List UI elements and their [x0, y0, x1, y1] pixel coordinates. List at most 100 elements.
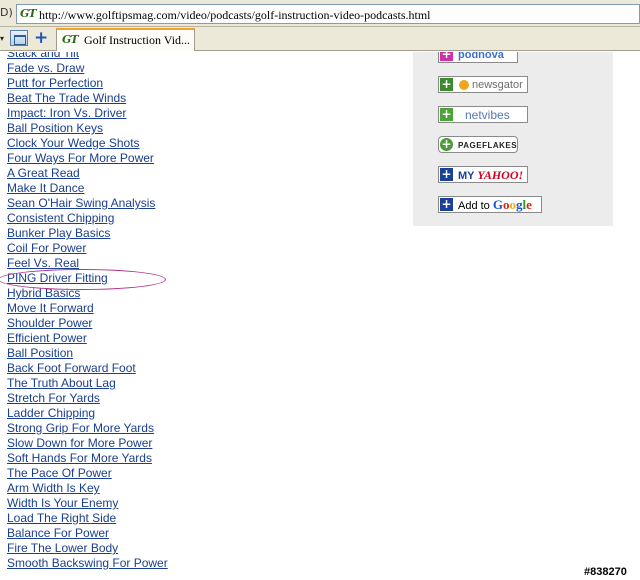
yahoo-logo: YAHOO! [477, 168, 524, 182]
add-to-google-button[interactable]: + Add to Google [438, 196, 542, 213]
list-item: Putt for Perfection [7, 75, 168, 90]
list-item: Balance For Power [7, 525, 168, 540]
video-link[interactable]: Impact: Iron Vs. Driver [7, 106, 126, 120]
list-item: Make It Dance [7, 180, 168, 195]
list-item: Ball Position [7, 345, 168, 360]
video-link[interactable]: Back Foot Forward Foot [7, 361, 136, 375]
video-link[interactable]: Stack and Tilt [7, 52, 79, 60]
netvibes-label: netvibes [465, 108, 510, 122]
list-item: Strong Grip For More Yards [7, 420, 168, 435]
list-item: Fade vs. Draw [7, 60, 168, 75]
video-link[interactable]: Coil For Power [7, 241, 86, 255]
video-link[interactable]: Smooth Backswing For Power [7, 556, 168, 570]
plus-icon: + [440, 197, 453, 211]
video-link[interactable]: The Truth About Lag [7, 376, 116, 390]
tab-favicon-icon: GT [62, 33, 79, 46]
video-podcast-list: Stack and Tilt Fade vs. Draw Putt for Perf… [7, 52, 168, 570]
list-item: Stack and Tilt [7, 52, 168, 60]
netvibes-button[interactable]: + netvibes [438, 106, 528, 123]
video-link[interactable]: Make It Dance [7, 181, 84, 195]
new-tab-plus-icon[interactable]: + [34, 28, 48, 48]
video-link[interactable]: Ladder Chipping [7, 406, 95, 420]
my-yahoo-label: MY YAHOO! [458, 168, 523, 183]
list-item: Clock Your Wedge Shots [7, 135, 168, 150]
list-item: Shoulder Power [7, 315, 168, 330]
video-link[interactable]: Fire The Lower Body [7, 541, 118, 555]
video-link[interactable]: Four Ways For More Power [7, 151, 154, 165]
video-link[interactable]: Load The Right Side [7, 511, 116, 525]
video-link[interactable]: Fade vs. Draw [7, 61, 84, 75]
list-item: Coil For Power [7, 240, 168, 255]
video-link[interactable]: Beat The Trade Winds [7, 91, 126, 105]
list-item: Ladder Chipping [7, 405, 168, 420]
url-input[interactable]: GT http://www.golftipsmag.com/video/podc… [16, 4, 640, 24]
list-item: Move It Forward [7, 300, 168, 315]
video-link[interactable]: Soft Hands For More Yards [7, 451, 152, 465]
video-link[interactable]: Move It Forward [7, 301, 94, 315]
list-item: Beat The Trade Winds [7, 90, 168, 105]
list-item: Efficient Power [7, 330, 168, 345]
url-text[interactable]: http://www.golftipsmag.com/video/podcast… [39, 8, 431, 23]
video-link[interactable]: A Great Read [7, 166, 80, 180]
add-to-prefix: Add to [458, 200, 490, 212]
video-link[interactable]: Arm Width Is Key [7, 481, 100, 495]
tab-bar: ▾ + GT Golf Instruction Vid... [0, 27, 640, 51]
open-folder-icon[interactable] [10, 30, 28, 46]
newsgator-label: newsgator [472, 79, 523, 91]
podnova-button[interactable]: + podnova [438, 52, 518, 63]
list-item: Arm Width Is Key [7, 480, 168, 495]
tab-menu-arrow-icon[interactable]: ▾ [0, 34, 4, 43]
list-item: Four Ways For More Power [7, 150, 168, 165]
video-link[interactable]: Feel Vs. Real [7, 256, 79, 270]
subscribe-panel: + podnova + newsgator + netvibes + PAGEF… [413, 52, 613, 226]
list-item: Feel Vs. Real [7, 255, 168, 270]
google-logo: Google [492, 197, 532, 212]
address-bar: D) GT http://www.golftipsmag.com/video/p… [0, 0, 640, 27]
my-yahoo-prefix: MY [458, 170, 475, 182]
list-item: Fire The Lower Body [7, 540, 168, 555]
tab-label: Golf Instruction Vid... [84, 33, 191, 47]
newsgator-logo-icon [459, 80, 469, 90]
watermark: #838270 [584, 566, 627, 578]
video-link[interactable]: Shoulder Power [7, 316, 92, 330]
plus-icon: + [440, 77, 453, 91]
video-link[interactable]: Strong Grip For More Yards [7, 421, 154, 435]
list-item: A Great Read [7, 165, 168, 180]
pageflakes-button[interactable]: + PAGEFLAKES [438, 136, 518, 153]
page-content: Stack and Tilt Fade vs. Draw Putt for Perf… [0, 52, 640, 580]
video-link[interactable]: Bunker Play Basics [7, 226, 110, 240]
list-item: Back Foot Forward Foot [7, 360, 168, 375]
video-link[interactable]: The Pace Of Power [7, 466, 112, 480]
plus-icon: + [440, 52, 453, 61]
video-link[interactable]: Ball Position Keys [7, 121, 103, 135]
list-item: Width Is Your Enemy [7, 495, 168, 510]
list-item: Bunker Play Basics [7, 225, 168, 240]
list-item: Consistent Chipping [7, 210, 168, 225]
address-prefix: D) [0, 6, 13, 19]
video-link[interactable]: Ball Position [7, 346, 73, 360]
plus-icon: + [440, 107, 453, 121]
video-link[interactable]: Consistent Chipping [7, 211, 114, 225]
video-link[interactable]: Width Is Your Enemy [7, 496, 118, 510]
video-link[interactable]: Putt for Perfection [7, 76, 103, 90]
video-link[interactable]: Slow Down for More Power [7, 436, 152, 450]
list-item: Load The Right Side [7, 510, 168, 525]
list-item: The Truth About Lag [7, 375, 168, 390]
video-link[interactable]: Clock Your Wedge Shots [7, 136, 140, 150]
list-item: Ball Position Keys [7, 120, 168, 135]
podnova-label: podnova [458, 52, 504, 61]
list-item: Stretch For Yards [7, 390, 168, 405]
my-yahoo-button[interactable]: + MY YAHOO! [438, 166, 528, 183]
video-link[interactable]: Balance For Power [7, 526, 109, 540]
list-item: Impact: Iron Vs. Driver [7, 105, 168, 120]
list-item: The Pace Of Power [7, 465, 168, 480]
list-item: Slow Down for More Power [7, 435, 168, 450]
list-item: Sean O'Hair Swing Analysis [7, 195, 168, 210]
video-link[interactable]: Efficient Power [7, 331, 87, 345]
tab-golf-instruction[interactable]: GT Golf Instruction Vid... [56, 28, 195, 51]
plus-icon: + [440, 167, 453, 181]
highlight-ellipse [0, 269, 166, 290]
newsgator-button[interactable]: + newsgator [438, 76, 528, 93]
video-link[interactable]: Sean O'Hair Swing Analysis [7, 196, 155, 210]
video-link[interactable]: Stretch For Yards [7, 391, 100, 405]
